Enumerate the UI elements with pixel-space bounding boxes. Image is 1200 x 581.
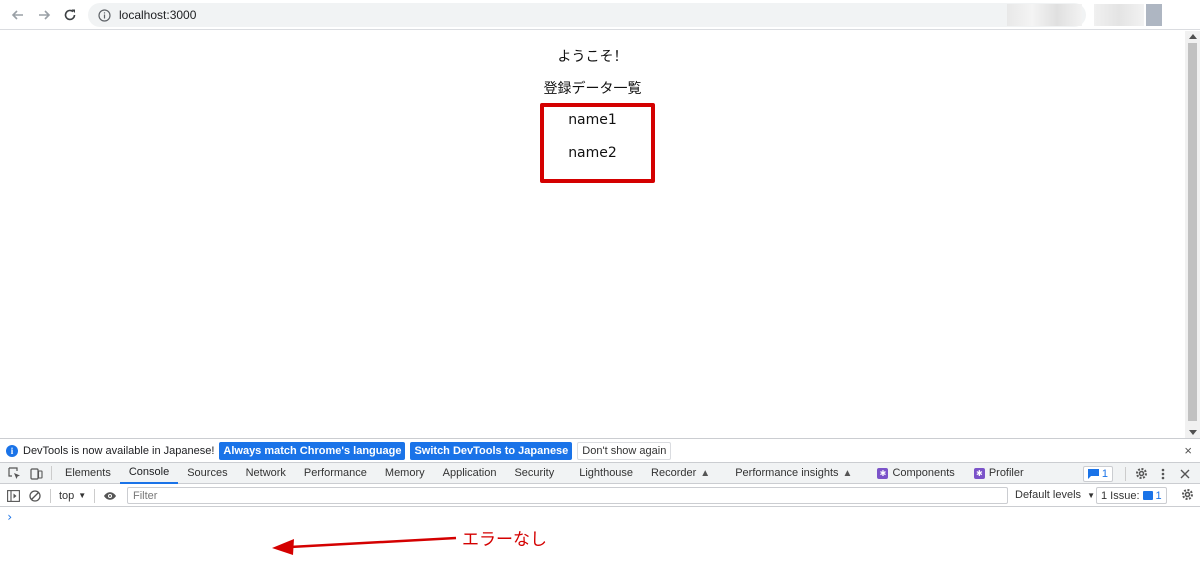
blurred-extension-icons xyxy=(1007,4,1082,26)
close-devtools-icon[interactable] xyxy=(1174,463,1196,484)
message-icon xyxy=(1087,468,1099,479)
clear-console-icon[interactable] xyxy=(24,485,46,506)
tab-components-label: Components xyxy=(892,467,955,479)
chevron-down-icon: ▼ xyxy=(1087,491,1096,500)
console-sidebar-icon[interactable] xyxy=(2,485,24,506)
console-filter-input[interactable]: Filter xyxy=(127,487,1008,504)
back-button[interactable] xyxy=(8,5,28,25)
message-count: 1 xyxy=(1101,467,1108,480)
context-value: top xyxy=(59,489,75,502)
annotation-no-errors: エラーなし xyxy=(462,530,547,550)
tab-sources[interactable]: Sources xyxy=(178,463,236,484)
tab-components[interactable]: ✱ Components xyxy=(861,463,963,484)
scroll-thumb[interactable] xyxy=(1188,43,1197,421)
separator xyxy=(1125,466,1126,481)
messages-badge[interactable]: 1 xyxy=(1082,465,1113,482)
browser-toolbar: localhost:3000 xyxy=(0,0,1200,30)
tab-memory[interactable]: Memory xyxy=(376,463,434,484)
reload-icon xyxy=(64,9,76,21)
tab-performance-insights-label: Performance insights xyxy=(735,467,839,479)
separator xyxy=(94,488,96,503)
filter-placeholder: Filter xyxy=(133,489,158,502)
separator xyxy=(50,488,51,503)
close-icon[interactable]: × xyxy=(1184,443,1192,458)
flask-icon: ▲ xyxy=(700,467,711,479)
blurred-avatar[interactable] xyxy=(1146,4,1162,26)
log-levels-dropdown[interactable]: Default levels ▼ xyxy=(1015,489,1095,501)
tab-application[interactable]: Application xyxy=(434,463,506,484)
site-info-icon[interactable] xyxy=(98,8,111,22)
tab-lighthouse[interactable]: Lighthouse xyxy=(570,463,642,484)
tab-profiler-label: Profiler xyxy=(988,467,1024,479)
welcome-text: ようこそ！ xyxy=(557,49,628,65)
reload-button[interactable] xyxy=(60,5,80,25)
devtools-tab-strip: Elements Console Sources Network Perform… xyxy=(0,462,1200,484)
devtools-right-controls: 1 xyxy=(1082,463,1196,484)
infobar-message: DevTools is now available in Japanese! xyxy=(23,444,215,457)
settings-gear-icon[interactable] xyxy=(1130,463,1152,484)
forward-arrow-icon xyxy=(39,10,51,20)
issues-label: 1 Issue: xyxy=(1101,489,1140,502)
match-language-button[interactable]: Always match Chrome's language xyxy=(219,441,406,460)
address-bar[interactable]: localhost:3000 xyxy=(88,3,1086,27)
separator xyxy=(51,466,52,480)
red-arrow-icon xyxy=(272,536,457,555)
tab-security[interactable]: Security xyxy=(505,463,570,484)
red-highlight-frame xyxy=(540,103,655,183)
react-icon: ✱ xyxy=(973,467,985,479)
url-text: localhost:3000 xyxy=(119,8,197,22)
tab-performance-insights[interactable]: Performance insights ▲ xyxy=(719,463,861,484)
react-icon: ✱ xyxy=(877,467,889,479)
back-arrow-icon xyxy=(11,10,23,20)
tab-network[interactable]: Network xyxy=(237,463,295,484)
forward-button[interactable] xyxy=(34,5,54,25)
log-levels-label: Default levels xyxy=(1015,489,1082,501)
scroll-up-arrow-icon[interactable] xyxy=(1189,34,1197,39)
device-toolbar-icon[interactable] xyxy=(25,463,47,484)
issues-count: 1 xyxy=(1155,489,1162,502)
console-output-area[interactable]: › エラーなし xyxy=(0,507,1200,581)
console-toolbar: top ▼ Filter Default levels ▼ 1 Issue: 1 xyxy=(0,485,1200,507)
tab-profiler[interactable]: ✱ Profiler xyxy=(964,463,1033,484)
tab-recorder[interactable]: Recorder ▲ xyxy=(642,463,719,484)
tab-elements[interactable]: Elements xyxy=(56,463,120,484)
inspect-element-icon[interactable] xyxy=(3,463,25,484)
chevron-down-icon: ▼ xyxy=(78,491,87,500)
dont-show-again-button[interactable]: Don't show again xyxy=(577,441,672,460)
issue-message-icon xyxy=(1142,491,1153,500)
tab-recorder-label: Recorder xyxy=(651,467,697,479)
issues-button[interactable]: 1 Issue: 1 xyxy=(1096,487,1167,504)
console-prompt[interactable]: › xyxy=(6,510,13,524)
devtools-language-infobar: i DevTools is now available in Japanese!… xyxy=(0,438,1200,462)
list-title: 登録データ一覧 xyxy=(543,81,642,97)
context-selector[interactable]: top ▼ xyxy=(55,490,90,502)
scroll-down-arrow-icon[interactable] xyxy=(1189,430,1197,435)
info-icon: i xyxy=(6,444,18,457)
live-expression-eye-icon[interactable] xyxy=(99,485,121,506)
switch-japanese-button[interactable]: Switch DevTools to Japanese xyxy=(410,441,573,460)
console-settings-gear-icon[interactable] xyxy=(1181,488,1194,504)
tab-console[interactable]: Console xyxy=(119,463,179,484)
blurred-profile-area xyxy=(1094,4,1144,26)
kebab-menu-icon[interactable] xyxy=(1152,463,1174,484)
page-scrollbar[interactable] xyxy=(1185,31,1200,438)
flask-icon: ▲ xyxy=(842,467,853,479)
page-viewport: ようこそ！ 登録データ一覧 name1 name2 xyxy=(0,31,1200,438)
tab-performance[interactable]: Performance xyxy=(295,463,376,484)
